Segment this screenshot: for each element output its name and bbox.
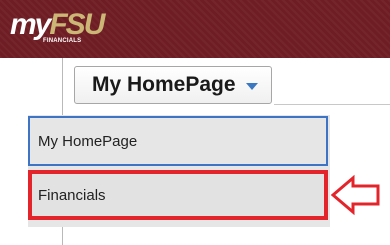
dropdown-option-label: Financials <box>38 186 106 204</box>
tab-divider <box>274 104 390 105</box>
logo-subtitle: FINANCIALS <box>43 38 82 44</box>
app-header: myFSU FINANCIALS <box>0 0 390 58</box>
dropdown-option-label: My HomePage <box>38 132 138 150</box>
logo-my: my <box>10 8 51 41</box>
left-arrow-icon <box>331 174 380 216</box>
homepage-selector-label: My HomePage <box>92 73 236 96</box>
homepage-selector-button[interactable]: My HomePage <box>74 66 272 104</box>
logo-wordmark: myFSU <box>10 8 105 41</box>
logo-fsu: FSU <box>49 8 105 41</box>
left-arrow-shape <box>331 174 380 216</box>
dropdown-option-financials[interactable]: Financials <box>28 170 328 220</box>
dropdown-option-my-homepage[interactable]: My HomePage <box>28 116 328 166</box>
chevron-down-icon <box>245 82 258 90</box>
myfsu-financials-logo[interactable]: myFSU FINANCIALS <box>10 9 120 51</box>
